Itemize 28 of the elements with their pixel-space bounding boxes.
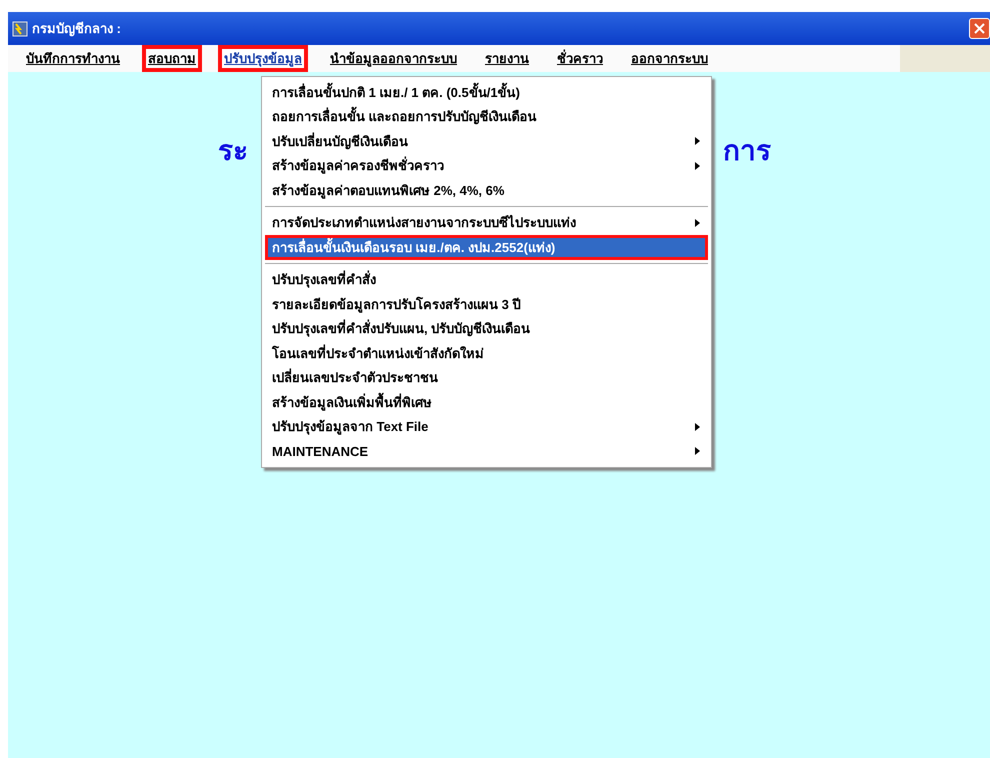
menu-bar-item[interactable]: บันทึกการทำงาน [20,45,126,72]
close-button[interactable] [969,18,990,39]
menu-bar-item[interactable]: นำข้อมูลออกจากระบบ [324,45,463,72]
menu-item[interactable]: ถอยการเลื่อนขั้น และถอยการปรับบัญชีเงินเดือน [265,104,708,129]
menu-item[interactable]: การเลื่อนขั้นเงินเดือนรอบ เมย./ตค. งปม.2552(แท่ง) [265,235,708,260]
menu-bar-item[interactable]: สอบถาม [142,45,202,72]
menu-item[interactable]: ปรับปรุงเลขที่คำสั่งปรับแผน, ปรับบัญชีเงินเดือน [265,316,708,341]
menu-item[interactable]: สร้างข้อมูลเงินเพิ่มพื้นที่พิเศษ [265,390,708,414]
menu-item[interactable]: สร้างข้อมูลค่าตอบแทนพิเศษ 2%, 4%, 6% [265,178,708,202]
menu-item[interactable]: ปรับปรุงข้อมูลจาก Text File [265,414,708,439]
menu-item[interactable]: ปรับเปลี่ยนบัญชีเงินเดือน [265,129,708,154]
menu-item[interactable]: MAINTENANCE [265,439,708,464]
menu-bar-item[interactable]: ชั่วคราว [551,45,609,72]
menu-item[interactable]: เปลี่ยนเลขประจำตัวประชาชน [265,366,708,390]
window-title: กรมบัญชีกลาง : [32,20,121,38]
menu-bar-item[interactable]: ปรับปรุงข้อมูล [218,45,308,72]
menu-item[interactable]: รายละเอียดข้อมูลการปรับโครงสร้างแผน 3 ปี [265,292,708,316]
menu-item[interactable]: โอนเลขที่ประจำตำแหน่งเข้าสังกัดใหม่ [265,341,708,366]
heading-text: การ [723,134,771,168]
menu-item[interactable]: ปรับปรุงเลขที่คำสั่ง [265,268,708,292]
menu-item[interactable]: การจัดประเภทตำแหน่งสายงานจากระบบซีไประบบแท่ง [265,210,708,235]
menu-bar-item[interactable]: ออกจากระบบ [625,45,714,72]
close-icon [974,23,985,34]
menu-item[interactable]: สร้างข้อมูลค่าครองชีพชั่วคราว [265,154,708,178]
menu-item[interactable]: การเลื่อนขั้นปกติ 1 เมย./ 1 ตค. (0.5ขั้น/1ขั้น) [265,80,708,104]
heading-text: ระ [218,134,248,168]
app-icon [12,20,28,36]
menu-bar-item[interactable]: รายงาน [479,45,535,72]
